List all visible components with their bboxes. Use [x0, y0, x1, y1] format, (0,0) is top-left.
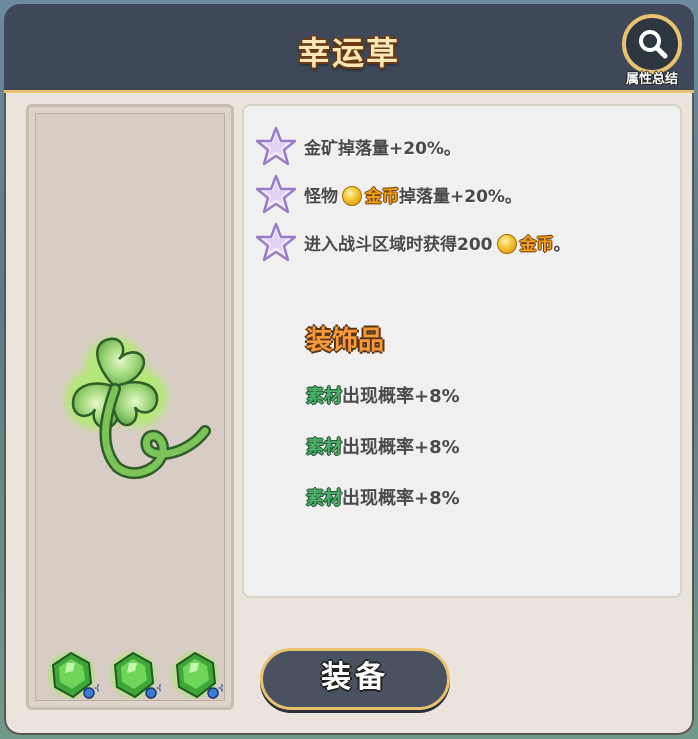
item-title: 幸运草 — [297, 34, 400, 72]
decoration-bonus: 素材出现概率+8% — [306, 437, 460, 458]
equip-button[interactable]: 装备 — [260, 648, 450, 710]
effect-text: 金矿掉落量+20%。 — [304, 139, 461, 159]
material-label: 素材 — [306, 386, 342, 407]
star-icon — [256, 222, 296, 262]
item-detail-panel: 幸运草 属性总结 + + + 金矿掉落量+20%。 怪物 金币掉落量+20%。 … — [4, 4, 694, 735]
effect-text: 进入战斗区域时获得200 金币。 — [304, 234, 571, 255]
decoration-title: 装饰品 — [306, 326, 385, 356]
attribute-summary-label: 属性总结 — [625, 72, 678, 87]
currency-label: 金币 — [519, 235, 554, 255]
attribute-summary-button[interactable] — [622, 14, 682, 74]
decoration-bonus: 素材出现概率+8% — [306, 488, 460, 509]
item-effects-card: 金矿掉落量+20%。 怪物 金币掉落量+20%。 进入战斗区域时获得200 金币。 … — [242, 104, 682, 598]
panel-header: 幸运草 属性总结 — [4, 4, 694, 93]
gold-coin-icon — [342, 186, 362, 206]
effect-text: 怪物 金币掉落量+20%。 — [304, 186, 522, 207]
material-label: 素材 — [306, 488, 342, 509]
green-gem-icon: + — [109, 651, 165, 699]
item-preview-card: + + + — [26, 104, 234, 710]
four-leaf-clover-icon — [65, 337, 211, 479]
search-icon — [639, 30, 668, 59]
material-label: 素材 — [306, 437, 342, 458]
star-icon — [256, 174, 296, 214]
gold-coin-icon — [496, 234, 517, 254]
decoration-bonus: 素材出现概率+8% — [306, 386, 460, 407]
green-gem-icon: + — [47, 651, 103, 699]
svg-text:+: + — [156, 683, 161, 694]
gem-slot-1[interactable]: + — [45, 649, 103, 703]
svg-text:+: + — [218, 683, 223, 694]
gem-slot-3[interactable]: + — [169, 649, 227, 703]
currency-label: 金币 — [365, 187, 399, 207]
svg-text:+: + — [94, 683, 99, 694]
star-icon — [256, 126, 296, 166]
gem-slot-2[interactable]: + — [107, 649, 165, 703]
green-gem-icon: + — [171, 651, 227, 699]
